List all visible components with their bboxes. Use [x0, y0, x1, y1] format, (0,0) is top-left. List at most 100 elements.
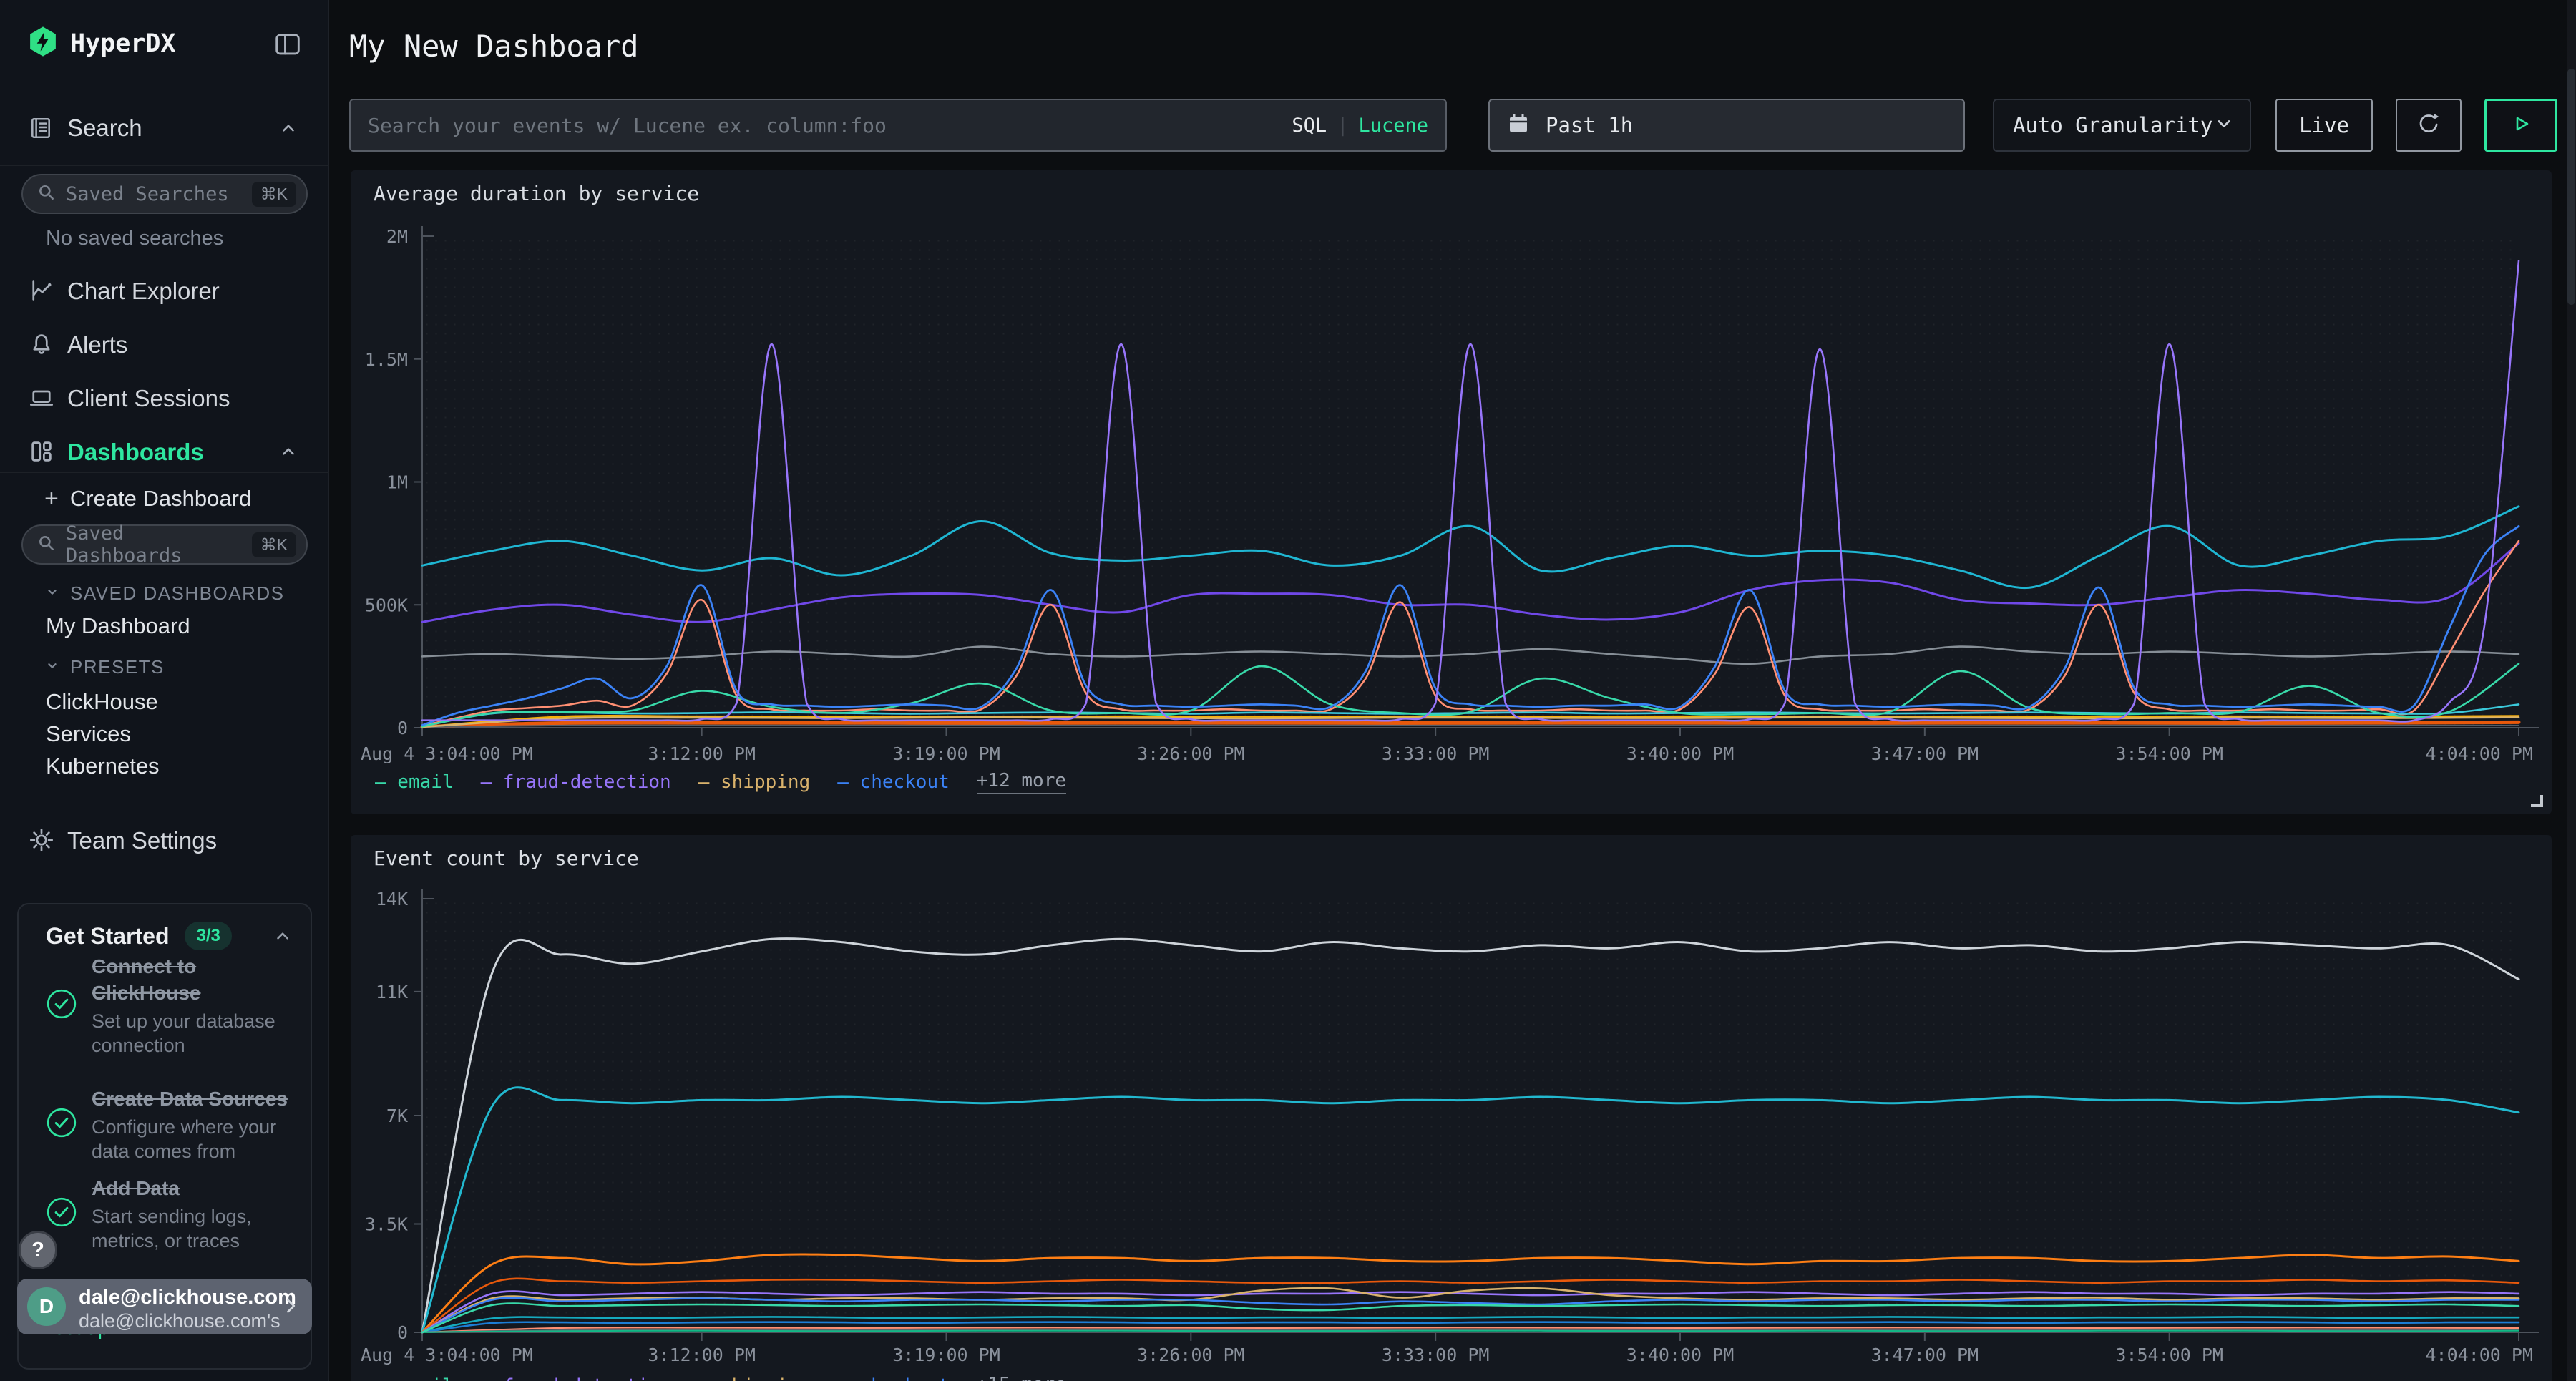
chevron-right-icon: [280, 1296, 301, 1316]
time-range-picker[interactable]: Past 1h: [1488, 99, 1965, 152]
sidebar-item-kubernetes[interactable]: Kubernetes: [46, 753, 160, 779]
create-dashboard-button[interactable]: + Create Dashboard: [44, 486, 251, 512]
user-email: dale@clickhouse.com: [79, 1286, 296, 1309]
svg-text:7K: 7K: [386, 1106, 408, 1126]
live-button[interactable]: Live: [2275, 99, 2373, 152]
chart-legend-0: — email — fraud-detection — shipping — chec…: [375, 770, 1066, 794]
lucene-mode-toggle[interactable]: Lucene: [1358, 114, 1428, 137]
get-started-step[interactable]: Connect to ClickHouse Set up your databa…: [46, 953, 289, 1058]
step-title: Connect to ClickHouse: [92, 953, 289, 1006]
svg-text:1M: 1M: [386, 472, 408, 493]
brand-title: HyperDX: [70, 29, 176, 58]
sidebar-item-label: Team Settings: [67, 827, 217, 854]
run-query-button[interactable]: [2484, 99, 2557, 152]
svg-text:3:12:00 PM: 3:12:00 PM: [648, 743, 756, 764]
chevron-down-icon: [44, 658, 60, 677]
check-circle-icon: [46, 988, 77, 1023]
sidebar-item-label: Chart Explorer: [67, 278, 220, 305]
legend-item[interactable]: — shipping: [698, 771, 811, 793]
saved-dashboards-placeholder: Saved Dashboards: [66, 522, 252, 567]
group-presets[interactable]: PRESETS: [44, 656, 165, 678]
event-search-placeholder: Search your events w/ Lucene ex. column:…: [368, 114, 1292, 137]
legend-more-link[interactable]: +15 more: [977, 1374, 1066, 1381]
svg-text:0: 0: [397, 1322, 408, 1343]
dashboard-tile-event-count: Event count by service 03.5K7K11K14KAug …: [351, 835, 2552, 1381]
granularity-value: Auto Granularity: [2013, 113, 2214, 137]
legend-item[interactable]: — email: [375, 771, 454, 793]
svg-text:Aug 4 3:04:00 PM: Aug 4 3:04:00 PM: [361, 1345, 533, 1365]
legend-more-link[interactable]: +12 more: [977, 770, 1066, 794]
sql-mode-toggle[interactable]: SQL: [1292, 114, 1327, 137]
mode-separator: |: [1337, 114, 1348, 137]
legend-item[interactable]: — email: [375, 1375, 454, 1381]
sidebar-item-label: Search: [67, 114, 142, 142]
sidebar-item-services[interactable]: Services: [46, 721, 131, 747]
svg-text:3:26:00 PM: 3:26:00 PM: [1137, 1345, 1245, 1365]
resize-grip[interactable]: [2531, 795, 2543, 807]
legend-item[interactable]: — fraud-detection: [481, 1375, 671, 1381]
group-label: SAVED DASHBOARDS: [70, 582, 284, 605]
legend-item[interactable]: — fraud-detection: [481, 771, 671, 793]
svg-text:4:04:00 PM: 4:04:00 PM: [2425, 743, 2533, 764]
step-desc: Configure where your data comes from: [92, 1115, 289, 1163]
step-desc: Set up your database connection: [92, 1009, 289, 1058]
sidebar-collapse-icon[interactable]: [273, 30, 302, 59]
bell-icon: [29, 331, 54, 357]
chevron-up-icon: [279, 119, 298, 137]
chart-svg-0[interactable]: 0500K1M1.5M2MAug 4 3:04:00 PM3:12:00 PM3…: [351, 170, 2552, 814]
svg-text:Aug 4 3:04:00 PM: Aug 4 3:04:00 PM: [361, 743, 533, 764]
sidebar-item-clickhouse[interactable]: ClickHouse: [46, 689, 158, 715]
legend-item[interactable]: — checkout: [837, 1375, 950, 1381]
refresh-icon: [2415, 110, 2442, 141]
chevron-up-icon[interactable]: [273, 927, 292, 945]
play-icon: [2509, 112, 2533, 140]
chart-svg-1[interactable]: 03.5K7K11K14KAug 4 3:04:00 PM3:12:00 PM3…: [351, 835, 2552, 1381]
svg-text:0: 0: [397, 718, 408, 738]
chevron-up-icon: [279, 442, 298, 461]
scrollbar-thumb[interactable]: [2567, 69, 2575, 305]
saved-searches-input[interactable]: Saved Searches ⌘K: [21, 174, 308, 214]
sidebar-item-my-dashboard[interactable]: My Dashboard: [46, 613, 190, 639]
granularity-select[interactable]: Auto Granularity: [1993, 99, 2251, 152]
search-icon: [37, 183, 56, 205]
sidebar-item-team-settings[interactable]: Team Settings: [0, 821, 329, 859]
legend-item[interactable]: — checkout: [837, 771, 950, 793]
scrollbar[interactable]: [2567, 0, 2576, 1381]
hyperdx-logo-icon: [27, 26, 59, 61]
user-menu[interactable]: D dale@clickhouse.com dale@clickhouse.co…: [17, 1279, 312, 1334]
group-saved-dashboards[interactable]: SAVED DASHBOARDS: [44, 582, 284, 605]
svg-text:3:19:00 PM: 3:19:00 PM: [892, 1345, 1000, 1365]
sidebar-item-chart-explorer[interactable]: Chart Explorer: [0, 272, 329, 309]
refresh-button[interactable]: [2396, 99, 2462, 152]
main-content: My New Dashboard Search your events w/ L…: [329, 0, 2576, 1381]
sidebar-item-client-sessions[interactable]: Client Sessions: [0, 379, 329, 416]
sidebar: HyperDX Search Saved Searches ⌘K No save…: [0, 0, 329, 1381]
svg-text:2M: 2M: [386, 226, 408, 247]
sidebar-item-search[interactable]: Search: [0, 109, 329, 147]
help-button[interactable]: ?: [19, 1231, 57, 1269]
saved-dashboards-input[interactable]: Saved Dashboards ⌘K: [21, 524, 308, 565]
get-started-step[interactable]: Create Data Sources Configure where your…: [46, 1085, 289, 1163]
dashboard-tile-average-duration: Average duration by service 0500K1M1.5M2…: [351, 170, 2552, 814]
chevron-down-icon: [2214, 114, 2234, 137]
svg-text:3:26:00 PM: 3:26:00 PM: [1137, 743, 1245, 764]
create-dashboard-label: Create Dashboard: [70, 486, 251, 512]
shortcut-badge: ⌘K: [252, 182, 296, 207]
svg-text:3:33:00 PM: 3:33:00 PM: [1382, 1345, 1490, 1365]
svg-text:3:47:00 PM: 3:47:00 PM: [1871, 743, 1979, 764]
legend-item[interactable]: — shipping: [698, 1375, 811, 1381]
svg-text:14K: 14K: [376, 889, 408, 909]
chevron-down-icon: [44, 584, 60, 603]
event-search-input[interactable]: Search your events w/ Lucene ex. column:…: [349, 99, 1447, 152]
group-label: PRESETS: [70, 656, 165, 678]
user-team: dale@clickhouse.com's: [79, 1310, 280, 1332]
sidebar-item-label: Alerts: [67, 331, 127, 358]
svg-text:3.5K: 3.5K: [365, 1214, 408, 1235]
gear-icon: [29, 827, 54, 853]
check-circle-icon: [46, 1196, 77, 1231]
get-started-step[interactable]: Add Data Start sending logs, metrics, or…: [46, 1175, 289, 1253]
svg-text:3:40:00 PM: 3:40:00 PM: [1626, 1345, 1735, 1365]
sidebar-item-dashboards[interactable]: Dashboards: [0, 433, 329, 470]
calendar-icon: [1507, 112, 1530, 139]
sidebar-item-alerts[interactable]: Alerts: [0, 326, 329, 363]
